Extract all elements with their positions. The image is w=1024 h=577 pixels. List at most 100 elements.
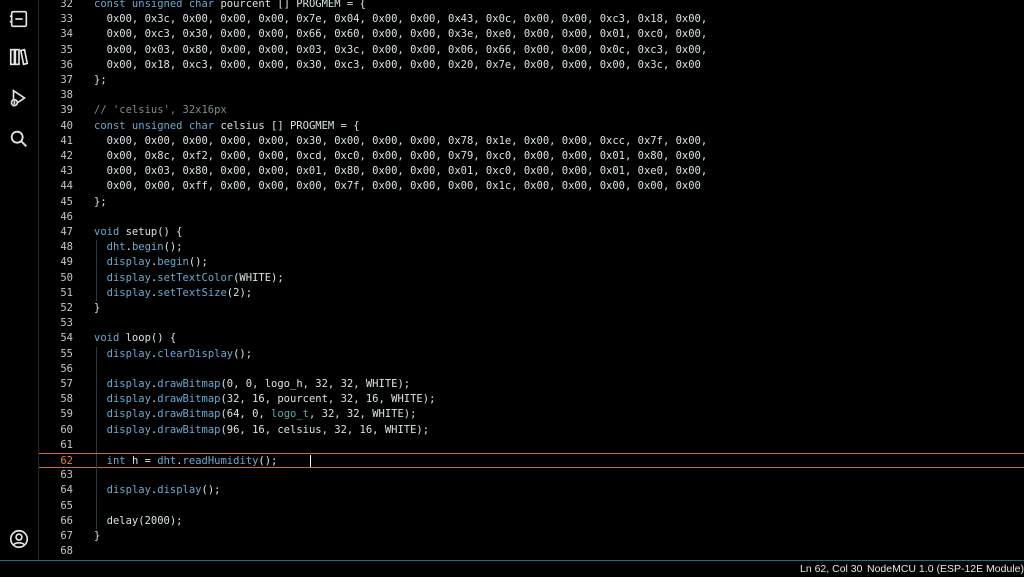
code-line[interactable]: 57 display.drawBitmap(0, 0, logo_h, 32, …	[39, 377, 1024, 393]
code-token: (0, 0, logo_h, 32, 32, WHITE);	[220, 378, 411, 390]
line-number: 51	[60, 286, 73, 299]
code-line[interactable]: 42 0x00, 0x8c, 0xf2, 0x00, 0x00, 0xcd, 0…	[39, 149, 1024, 164]
code-line[interactable]: 54 void loop() {	[39, 331, 1024, 346]
line-text: }	[94, 529, 100, 544]
line-text: display.drawBitmap(32, 16, pourcent, 32,…	[94, 392, 436, 407]
line-number: 35	[60, 43, 73, 56]
line-text: dht.begin();	[94, 240, 183, 255]
indent-guide	[96, 407, 97, 423]
code-token: drawBitmap	[157, 393, 221, 406]
code-line[interactable]: 34 0x00, 0xc3, 0x30, 0x00, 0x00, 0x66, 0…	[39, 27, 1024, 42]
code-line[interactable]: 32 const unsigned char pourcent [] PROGME…	[39, 0, 1024, 12]
code-line[interactable]: 60 display.drawBitmap(96, 16, celsius, 3…	[39, 422, 1024, 438]
account-button[interactable]	[0, 520, 38, 558]
code-line[interactable]: 61	[39, 437, 1024, 453]
line-number: 41	[60, 134, 73, 147]
code-line[interactable]: 45};	[39, 195, 1024, 210]
indent-guide	[96, 468, 97, 484]
line-text: int h = dht.readHumidity();	[94, 454, 278, 469]
code-token: };	[94, 195, 107, 208]
indent-guide	[96, 270, 97, 286]
code-token: ();	[163, 241, 183, 254]
code-line[interactable]: 58 display.drawBitmap(32, 16, pourcent, …	[39, 392, 1024, 408]
line-number: 54	[60, 332, 73, 345]
cursor-position[interactable]: Ln 62, Col 30	[800, 563, 862, 575]
code-line[interactable]: 49 display.begin();	[39, 255, 1024, 271]
code-token: ();	[258, 455, 278, 467]
code-line[interactable]: 55 display.clearDisplay();	[39, 346, 1024, 362]
code-line[interactable]: 59 display.drawBitmap(64, 0, logo_t, 32,…	[39, 407, 1024, 423]
line-text: 0x00, 0x8c, 0xf2, 0x00, 0x00, 0xcd, 0xc0…	[94, 149, 708, 164]
indent-guide	[96, 346, 97, 362]
code-token: 0x00, 0xc3, 0x30, 0x00, 0x00, 0x66, 0x60…	[94, 28, 708, 41]
line-number: 47	[60, 226, 73, 238]
indent-guide	[96, 285, 97, 301]
line-number: 38	[60, 89, 73, 102]
line-number: 32	[60, 0, 73, 10]
code-token: h =	[131, 455, 158, 467]
code-line[interactable]: 41 0x00, 0x00, 0x00, 0x00, 0x00, 0x30, 0…	[39, 134, 1024, 149]
code-editor[interactable]: 32 const unsigned char pourcent [] PROGME…	[39, 0, 1024, 560]
code-line[interactable]: 43 0x00, 0x03, 0x80, 0x00, 0x00, 0x01, 0…	[39, 164, 1024, 179]
code-token: display	[106, 408, 151, 421]
line-number: 44	[60, 180, 73, 193]
code-token: display	[106, 271, 151, 284]
code-line[interactable]: 53	[39, 316, 1024, 331]
code-line[interactable]: 56	[39, 361, 1024, 377]
code-token: , 32, 32, WHITE);	[308, 408, 417, 421]
line-number: 39	[60, 104, 73, 117]
code-token: (64, 0,	[220, 408, 272, 421]
line-number: 34	[60, 28, 73, 41]
code-token: const unsigned char	[94, 119, 221, 132]
code-line[interactable]: 35 0x00, 0x03, 0x80, 0x00, 0x00, 0x03, 0…	[39, 43, 1024, 58]
code-token: int	[106, 455, 132, 467]
code-token: 0x00, 0x03, 0x80, 0x00, 0x00, 0x03, 0x3c…	[94, 43, 708, 56]
library-icon	[9, 48, 29, 66]
code-line[interactable]: 40 const unsigned char celsius [] PROGMEM…	[39, 119, 1024, 134]
code-token: (2);	[226, 286, 253, 299]
code-line[interactable]: 39 // 'celsius', 32x16px	[39, 103, 1024, 118]
code-line[interactable]: 64 display.display();	[39, 483, 1024, 499]
board-selector[interactable]: NodeMCU 1.0 (ESP-12E Module) on C	[867, 563, 1024, 575]
debug-button[interactable]	[0, 79, 38, 117]
code-line[interactable]: 36 0x00, 0x18, 0xc3, 0x00, 0x00, 0x30, 0…	[39, 58, 1024, 73]
library-manager-button[interactable]	[0, 38, 38, 76]
line-text: 0x00, 0x00, 0x00, 0x00, 0x00, 0x30, 0x00…	[94, 134, 708, 149]
code-line[interactable]: 63	[39, 468, 1024, 484]
code-line[interactable]: 62 int h = dht.readHumidity();	[39, 453, 1024, 470]
line-number: 58	[60, 393, 73, 406]
code-line[interactable]: 48 dht.begin();	[39, 240, 1024, 256]
code-line[interactable]: 46	[39, 210, 1024, 225]
sketchbook-button[interactable]	[0, 0, 38, 38]
code-token: void	[94, 332, 126, 345]
line-number: 43	[60, 165, 73, 178]
code-line[interactable]: 67}	[39, 529, 1024, 544]
code-line[interactable]: 52}	[39, 301, 1024, 316]
line-number: 45	[60, 195, 73, 208]
line-text: display.clearDisplay();	[94, 347, 252, 362]
code-line[interactable]: 33 0x00, 0x3c, 0x00, 0x00, 0x00, 0x7e, 0…	[39, 12, 1024, 27]
code-line[interactable]: 47 void setup() {	[39, 225, 1024, 240]
code-line[interactable]: 50 display.setTextColor(WHITE);	[39, 270, 1024, 286]
code-token: display	[157, 484, 202, 497]
line-number: 66	[60, 514, 73, 527]
code-token: ();	[201, 484, 221, 497]
code-line[interactable]: 66 delay(2000);	[39, 513, 1024, 529]
search-button[interactable]	[0, 120, 38, 158]
indent-guide	[96, 498, 97, 514]
line-number: 65	[60, 499, 73, 512]
code-line[interactable]: 38	[39, 88, 1024, 103]
search-icon	[10, 130, 27, 147]
code-line[interactable]: 68	[39, 544, 1024, 559]
line-number: 52	[60, 302, 73, 314]
code-token: drawBitmap	[157, 378, 221, 390]
status-bar: Ln 62, Col 30 NodeMCU 1.0 (ESP-12E Modul…	[0, 560, 1024, 577]
code-line[interactable]: 65	[39, 498, 1024, 514]
line-text: const unsigned char pourcent [] PROGMEM …	[94, 0, 366, 12]
code-line[interactable]: 37};	[39, 73, 1024, 88]
indent-guide	[96, 483, 97, 499]
code-token: delay(2000);	[94, 514, 183, 527]
code-line[interactable]: 51 display.setTextSize(2);	[39, 285, 1024, 301]
code-token: drawBitmap	[157, 408, 221, 421]
code-line[interactable]: 44 0x00, 0x00, 0xff, 0x00, 0x00, 0x00, 0…	[39, 179, 1024, 194]
